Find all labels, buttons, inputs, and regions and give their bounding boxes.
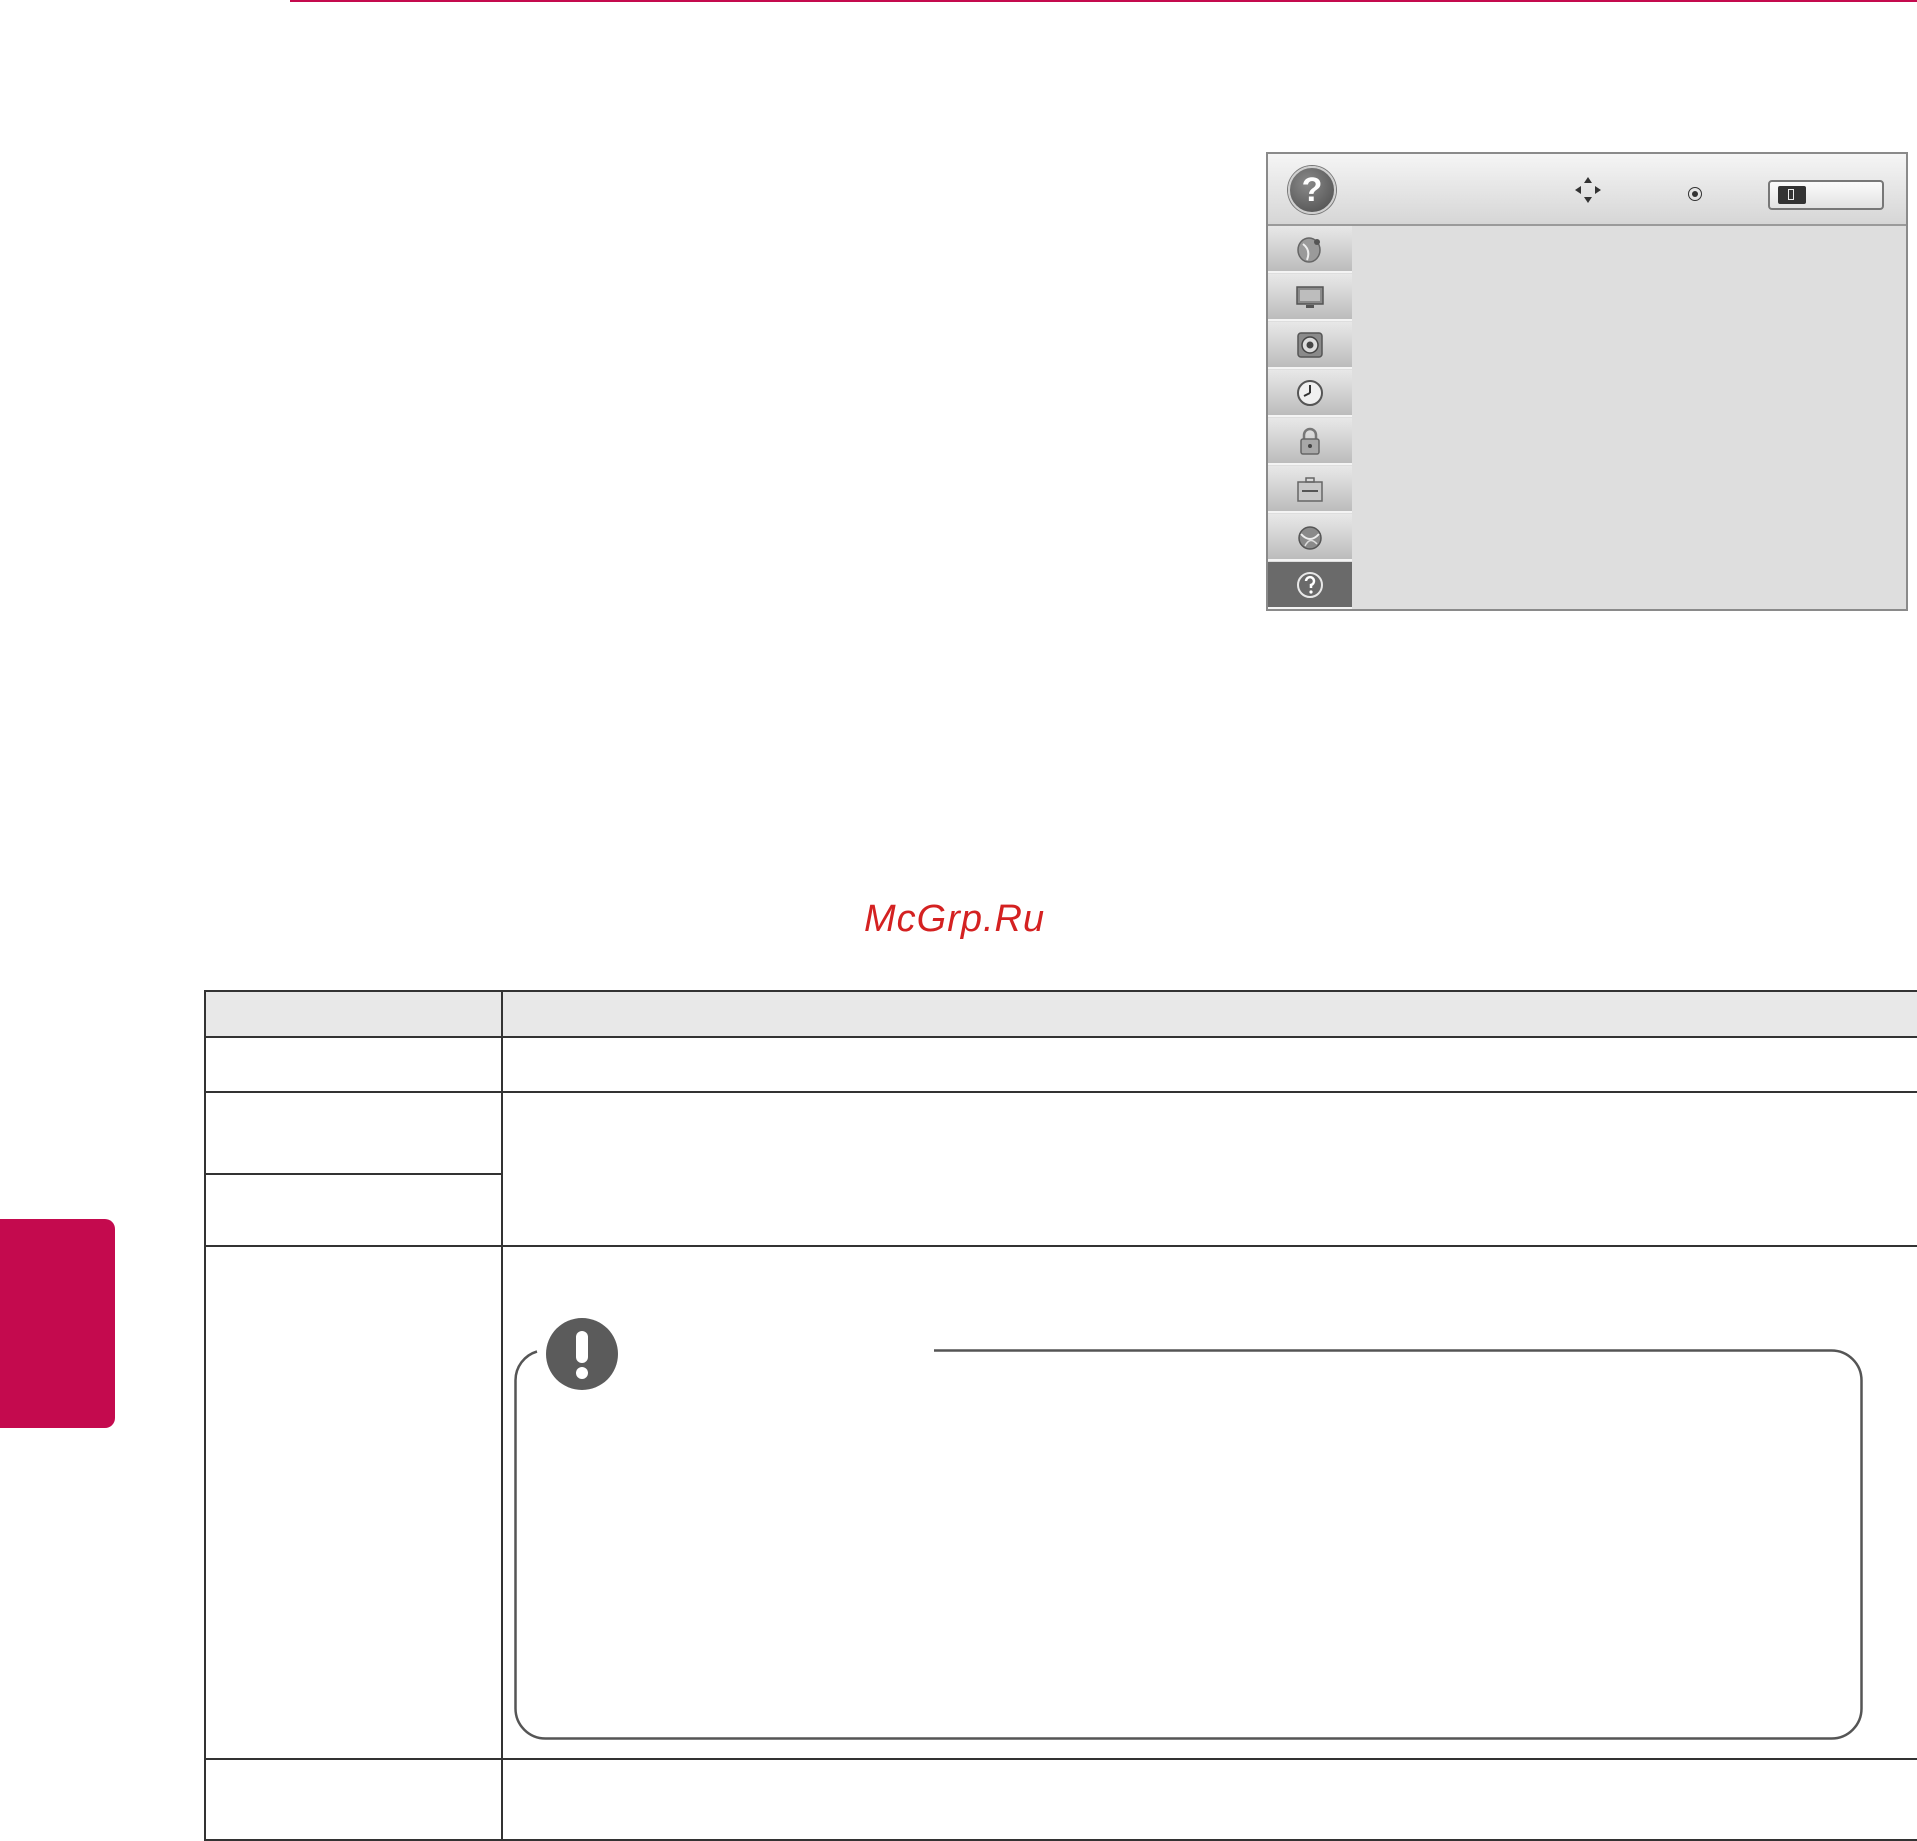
sidebar-item-option [1268, 466, 1352, 513]
tv-menu-screenshot: ? [1266, 152, 1908, 611]
clock-icon [1297, 380, 1323, 406]
table-rule [204, 990, 206, 1841]
table-rule [204, 990, 1917, 992]
exclamation-icon [546, 1318, 618, 1390]
table-rule [204, 1758, 1917, 1760]
table-rule [204, 1245, 1917, 1247]
tv-menu-sidebar [1268, 226, 1352, 609]
help-icon [1297, 572, 1323, 598]
sidebar-item-picture [1268, 274, 1352, 321]
monitor-icon [1296, 286, 1324, 308]
network-icon [1298, 526, 1322, 550]
table-rule [501, 990, 503, 1841]
ok-icon [1688, 187, 1702, 201]
chapter-side-tab [0, 1219, 115, 1428]
satellite-dish-icon [1297, 237, 1321, 263]
help-icon: ? [1288, 166, 1336, 214]
sidebar-item-audio [1268, 322, 1352, 369]
sidebar-item-time [1268, 370, 1352, 417]
sidebar-item-channel [1268, 226, 1352, 273]
sidebar-item-support [1268, 562, 1352, 609]
lock-icon [1300, 427, 1320, 455]
table-header-row [204, 990, 1917, 1036]
sidebar-item-lock [1268, 418, 1352, 465]
table-rule [204, 1173, 502, 1175]
speaker-icon [1297, 332, 1323, 358]
table-rule [204, 1091, 1917, 1093]
top-rule [290, 0, 1917, 2]
table-rule [204, 1036, 1917, 1038]
note-box [514, 1349, 1863, 1740]
toolbox-icon [1297, 477, 1323, 502]
exit-key-icon [1778, 186, 1806, 204]
watermark: McGrp.Ru [864, 898, 1046, 940]
exit-button [1768, 180, 1884, 210]
tv-menu-header: ? [1268, 154, 1906, 226]
sidebar-item-network [1268, 514, 1352, 561]
